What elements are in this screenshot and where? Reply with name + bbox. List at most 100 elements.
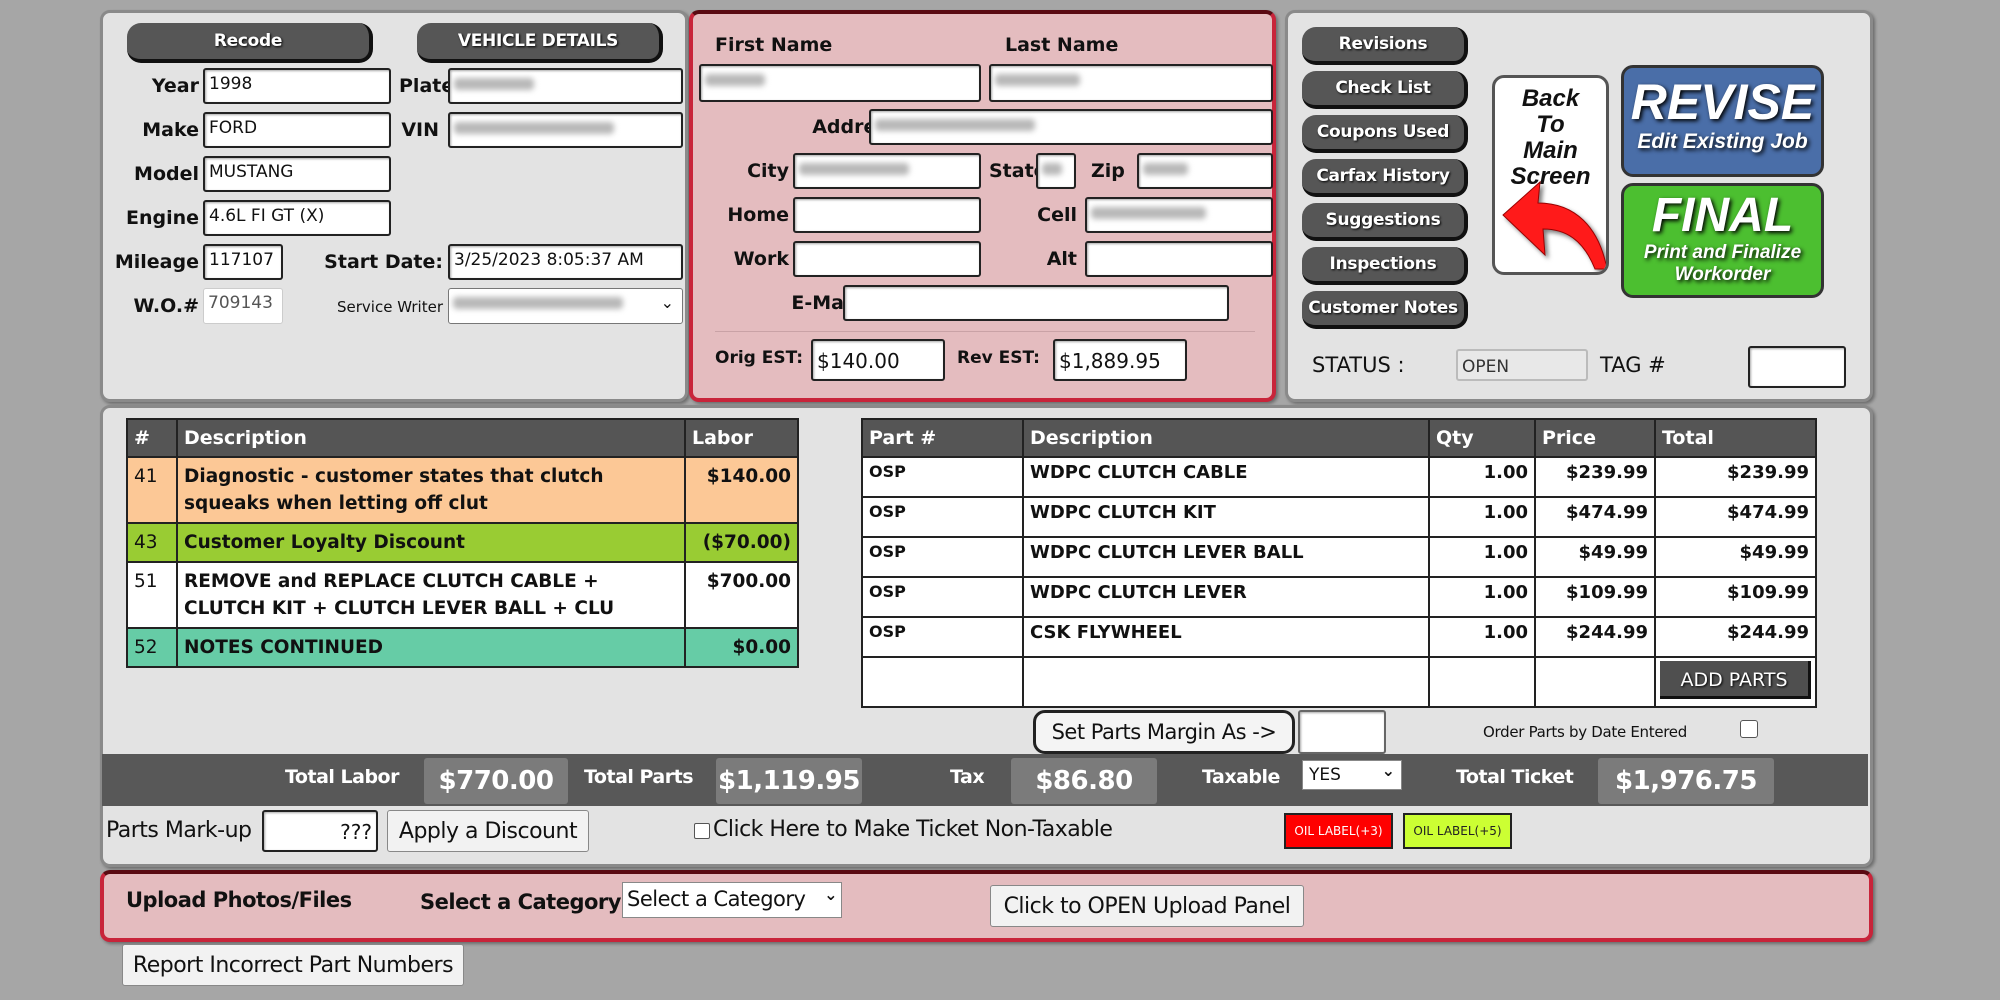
labor-row-num: 52 bbox=[126, 627, 178, 668]
oil-label-5-button[interactable]: OIL LABEL(+5) bbox=[1403, 813, 1512, 849]
zip-input[interactable] bbox=[1137, 153, 1273, 189]
labor-header-description: Description bbox=[176, 418, 686, 458]
non-taxable-checkbox[interactable] bbox=[694, 823, 710, 839]
redacted-value bbox=[1091, 207, 1206, 219]
carfax-history-button[interactable]: Carfax History bbox=[1302, 159, 1468, 197]
alt-label: Alt bbox=[1046, 248, 1077, 270]
parts-row-price: $49.99 bbox=[1534, 536, 1656, 578]
parts-row-part-number: OSP bbox=[861, 536, 1024, 578]
model-input[interactable]: MUSTANG bbox=[203, 156, 391, 192]
category-select[interactable]: Select a Category ⌄ bbox=[622, 882, 842, 918]
margin-input[interactable] bbox=[1298, 710, 1386, 754]
vehicle-details-button[interactable]: VEHICLE DETAILS bbox=[417, 23, 663, 63]
engine-input[interactable]: 4.6L FI GT (X) bbox=[203, 200, 391, 236]
taxable-label: Taxable bbox=[1202, 766, 1280, 788]
address-input[interactable] bbox=[869, 109, 1273, 145]
labor-row-num: 51 bbox=[126, 561, 178, 629]
service-writer-label: Service Writer bbox=[337, 298, 443, 316]
mileage-input[interactable]: 117107 bbox=[203, 244, 283, 280]
parts-header-part: Part # bbox=[861, 418, 1024, 458]
parts-row-qty: 1.00 bbox=[1428, 536, 1536, 578]
recode-button[interactable]: Recode bbox=[127, 23, 373, 63]
work-phone-input[interactable] bbox=[793, 241, 981, 277]
back-label-line: Main bbox=[1523, 137, 1578, 164]
revise-button[interactable]: REVISE Edit Existing Job bbox=[1621, 65, 1824, 177]
revisions-button[interactable]: Revisions bbox=[1302, 27, 1468, 65]
parts-row[interactable]: OSP WDPC CLUTCH LEVER 1.00 $109.99 $109.99 bbox=[861, 576, 1817, 618]
parts-row-qty: 1.00 bbox=[1428, 456, 1536, 498]
non-taxable-label: Click Here to Make Ticket Non-Taxable bbox=[713, 817, 1113, 842]
plate-input[interactable] bbox=[448, 68, 683, 104]
orig-est-input[interactable]: $140.00 bbox=[811, 339, 945, 381]
add-parts-button[interactable]: ADD PARTS bbox=[1660, 661, 1811, 699]
parts-header-price: Price bbox=[1534, 418, 1656, 458]
home-phone-input[interactable] bbox=[793, 197, 981, 233]
first-name-input[interactable] bbox=[699, 64, 981, 102]
chevron-down-icon: ⌄ bbox=[660, 293, 674, 312]
parts-row[interactable]: OSP WDPC CLUTCH LEVER BALL 1.00 $49.99 $49.9… bbox=[861, 536, 1817, 578]
last-name-input[interactable] bbox=[989, 64, 1273, 102]
total-parts-label: Total Parts bbox=[584, 766, 694, 788]
redacted-value bbox=[875, 119, 1035, 131]
order-by-date-checkbox[interactable] bbox=[1740, 720, 1758, 738]
labor-row-amount: $140.00 bbox=[684, 456, 799, 524]
rev-est-input[interactable]: $1,889.95 bbox=[1053, 339, 1187, 381]
last-name-label: Last Name bbox=[1005, 34, 1119, 56]
vehicle-panel: Recode VEHICLE DETAILS Year 1998 Plate M… bbox=[100, 10, 688, 402]
vin-input[interactable] bbox=[448, 112, 683, 148]
customer-notes-button[interactable]: Customer Notes bbox=[1302, 291, 1468, 329]
parts-markup-input[interactable]: ??? bbox=[262, 810, 378, 852]
first-name-label: First Name bbox=[715, 34, 833, 56]
email-input[interactable] bbox=[843, 285, 1229, 321]
set-margin-button[interactable]: Set Parts Margin As -> bbox=[1033, 710, 1295, 754]
city-label: City bbox=[747, 160, 789, 182]
cell-phone-input[interactable] bbox=[1085, 197, 1273, 233]
open-upload-panel-button[interactable]: Click to OPEN Upload Panel bbox=[990, 885, 1304, 927]
labor-row[interactable]: 41 Diagnostic - customer states that clut… bbox=[126, 456, 799, 524]
parts-row[interactable]: OSP WDPC CLUTCH CABLE 1.00 $239.99 $239.99 bbox=[861, 456, 1817, 498]
alt-phone-input[interactable] bbox=[1085, 241, 1273, 277]
check-list-button[interactable]: Check List bbox=[1302, 71, 1468, 109]
redacted-value bbox=[799, 163, 909, 175]
parts-row-qty: 1.00 bbox=[1428, 496, 1536, 538]
total-labor-value: $770.00 bbox=[424, 758, 568, 804]
parts-row[interactable]: OSP CSK FLYWHEEL 1.00 $244.99 $244.99 bbox=[861, 616, 1817, 658]
labor-row[interactable]: 52 NOTES CONTINUED $0.00 bbox=[126, 627, 799, 668]
parts-row-qty: 1.00 bbox=[1428, 576, 1536, 618]
oil-label-3-button[interactable]: OIL LABEL(+3) bbox=[1284, 813, 1393, 849]
labor-row[interactable]: 43 Customer Loyalty Discount ($70.00) bbox=[126, 522, 799, 563]
chevron-down-icon: ⌄ bbox=[824, 885, 837, 904]
labor-header-labor: Labor bbox=[684, 418, 799, 458]
labor-row[interactable]: 51 REMOVE and REPLACE CLUTCH CABLE + CLUT… bbox=[126, 561, 799, 629]
labor-row-description: NOTES CONTINUED bbox=[176, 627, 686, 668]
make-input[interactable]: FORD bbox=[203, 112, 391, 148]
coupons-used-button[interactable]: Coupons Used bbox=[1302, 115, 1468, 153]
make-label: Make bbox=[142, 119, 199, 141]
back-to-main-button[interactable]: Back To Main Screen bbox=[1492, 75, 1609, 275]
start-date-input[interactable]: 3/25/2023 8:05:37 AM bbox=[448, 244, 683, 280]
total-parts-value: $1,119.95 bbox=[716, 758, 862, 804]
redacted-value bbox=[995, 74, 1080, 86]
tag-input[interactable] bbox=[1748, 346, 1846, 388]
parts-header-qty: Qty bbox=[1428, 418, 1536, 458]
parts-row[interactable]: OSP WDPC CLUTCH KIT 1.00 $474.99 $474.99 bbox=[861, 496, 1817, 538]
year-input[interactable]: 1998 bbox=[203, 68, 391, 104]
parts-row-qty: 1.00 bbox=[1428, 616, 1536, 658]
report-incorrect-parts-button[interactable]: Report Incorrect Part Numbers bbox=[122, 944, 464, 986]
suggestions-button[interactable]: Suggestions bbox=[1302, 203, 1468, 241]
inspections-button[interactable]: Inspections bbox=[1302, 247, 1468, 285]
parts-row-description: WDPC CLUTCH LEVER bbox=[1022, 576, 1430, 618]
parts-table: Part # Description Qty Price Total OSP WD… bbox=[861, 418, 1817, 708]
taxable-value: YES bbox=[1309, 765, 1341, 785]
labor-row-num: 41 bbox=[126, 456, 178, 524]
service-writer-select[interactable]: ⌄ bbox=[448, 288, 683, 324]
total-labor-label: Total Labor bbox=[285, 766, 399, 788]
city-input[interactable] bbox=[793, 153, 981, 189]
apply-discount-button[interactable]: Apply a Discount bbox=[387, 810, 589, 852]
divider bbox=[715, 331, 1255, 332]
home-label: Home bbox=[727, 204, 789, 226]
cell-label: Cell bbox=[1037, 204, 1077, 226]
final-button[interactable]: FINAL Print and Finalize Workorder bbox=[1621, 183, 1824, 298]
taxable-select[interactable]: YES ⌄ bbox=[1302, 760, 1402, 790]
state-input[interactable] bbox=[1036, 153, 1076, 189]
